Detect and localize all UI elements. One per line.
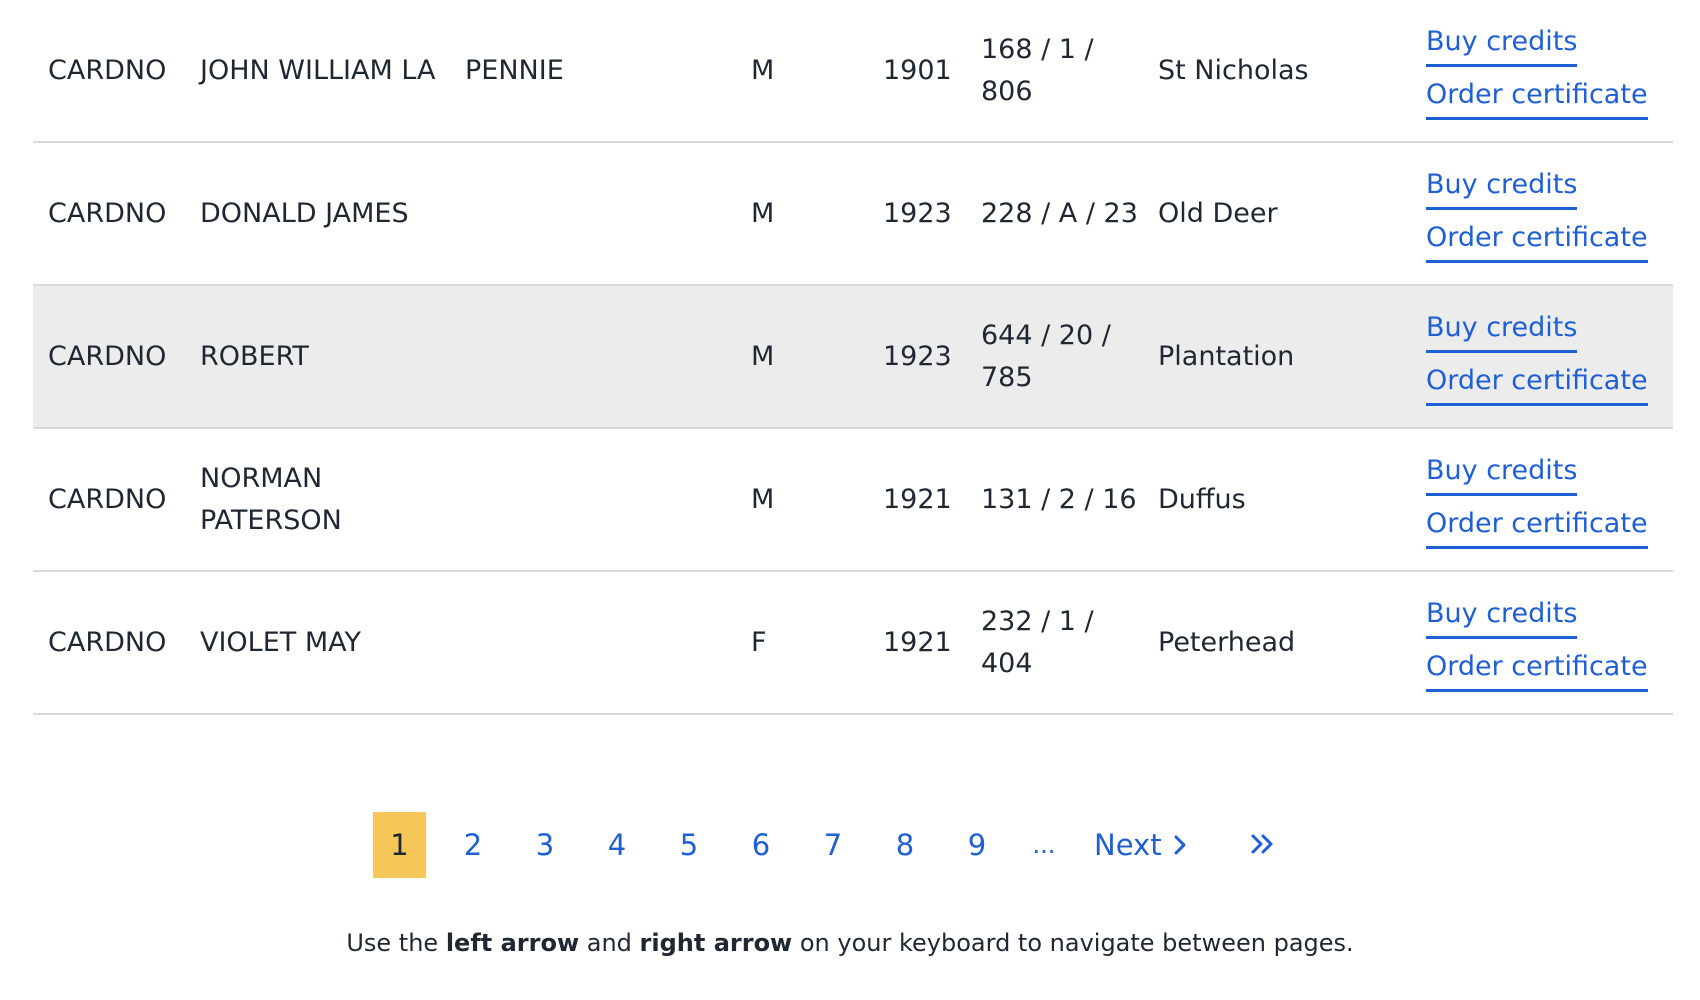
hint-left-arrow: left arrow (445, 929, 580, 957)
buy-credits-link[interactable]: Buy credits (1426, 165, 1578, 210)
order-certificate-link[interactable]: Order certificate (1426, 647, 1648, 692)
sex-cell: M (751, 54, 775, 86)
year-cell: 1921 (883, 626, 952, 658)
table-row: CARDNO JOHN WILLIAM LA PENNIE M 1901 168… (33, 0, 1673, 143)
table-row: CARDNO DONALD JAMES M 1923 228 / A / 23 … (33, 143, 1673, 286)
order-certificate-link[interactable]: Order certificate (1426, 75, 1648, 120)
table-row: CARDNO VIOLET MAY F 1921 232 / 1 / 404 P… (33, 572, 1673, 715)
order-certificate-link[interactable]: Order certificate (1426, 361, 1648, 406)
other-name-cell (465, 572, 715, 713)
buy-credits-link[interactable]: Buy credits (1426, 308, 1578, 353)
row-actions: Buy credits Order certificate (1426, 572, 1676, 713)
table-row: CARDNO ROBERT M 1923 644 / 20 / 785 Plan… (33, 286, 1673, 429)
other-name-cell (465, 429, 715, 570)
district-cell: Duffus (1158, 483, 1246, 515)
page-8-link[interactable]: 8 (880, 812, 930, 878)
reference-cell: 131 / 2 / 16 (981, 483, 1137, 515)
sex-cell: M (751, 197, 775, 229)
sex-cell: M (751, 340, 775, 372)
year-cell: 1923 (883, 340, 952, 372)
year-cell: 1921 (883, 483, 952, 515)
page-9-link[interactable]: 9 (952, 812, 1002, 878)
keyboard-navigation-hint: Use the left arrow and right arrow on yo… (0, 929, 1700, 957)
hint-middle: and (579, 929, 640, 957)
hint-suffix: on your keyboard to navigate between pag… (792, 929, 1354, 957)
chevron-right-icon (1174, 835, 1186, 855)
row-actions: Buy credits Order certificate (1426, 143, 1676, 284)
page-7-link[interactable]: 7 (808, 812, 858, 878)
year-cell: 1923 (883, 197, 952, 229)
page-2-link[interactable]: 2 (448, 812, 498, 878)
next-label: Next (1094, 828, 1162, 862)
hint-right-arrow: right arrow (639, 929, 793, 957)
other-name-cell: PENNIE (465, 54, 564, 86)
double-chevron-right-icon (1251, 834, 1273, 854)
buy-credits-link[interactable]: Buy credits (1426, 594, 1578, 639)
reference-cell: 168 / 1 / 806 (981, 33, 1094, 107)
district-cell: Peterhead (1158, 626, 1296, 658)
hint-prefix: Use the (346, 929, 446, 957)
page-6-link[interactable]: 6 (736, 812, 786, 878)
forename-cell: JOHN WILLIAM LA (200, 54, 436, 86)
buy-credits-link[interactable]: Buy credits (1426, 22, 1578, 67)
district-cell: Plantation (1158, 340, 1295, 372)
surname-cell: CARDNO (48, 54, 167, 86)
table-row: CARDNO NORMAN PATERSON M 1921 131 / 2 / … (33, 429, 1673, 572)
results-table: CARDNO JOHN WILLIAM LA PENNIE M 1901 168… (33, 0, 1673, 715)
page-1-current[interactable]: 1 (373, 812, 426, 878)
row-actions: Buy credits Order certificate (1426, 0, 1676, 141)
page-5-link[interactable]: 5 (664, 812, 714, 878)
forename-cell: DONALD JAMES (200, 197, 409, 229)
surname-cell: CARDNO (48, 483, 167, 515)
reference-cell: 228 / A / 23 (981, 197, 1138, 229)
next-page-button[interactable]: Next (1094, 828, 1188, 862)
district-cell: Old Deer (1158, 197, 1278, 229)
row-actions: Buy credits Order certificate (1426, 429, 1676, 570)
row-actions: Buy credits Order certificate (1426, 286, 1676, 427)
order-certificate-link[interactable]: Order certificate (1426, 504, 1648, 549)
other-name-cell (465, 143, 715, 284)
last-page-button[interactable] (1248, 831, 1278, 859)
forename-cell: VIOLET MAY (200, 626, 362, 658)
page-4-link[interactable]: 4 (592, 812, 642, 878)
buy-credits-link[interactable]: Buy credits (1426, 451, 1578, 496)
surname-cell: CARDNO (48, 626, 167, 658)
forename-cell: NORMAN PATERSON (200, 462, 342, 536)
forename-cell: ROBERT (200, 340, 309, 372)
sex-cell: F (751, 626, 767, 658)
pagination: 1 2 3 4 5 6 7 8 9 ... Next (373, 812, 1278, 878)
pagination-ellipsis: ... (1032, 831, 1056, 859)
other-name-cell (465, 286, 715, 427)
page-3-link[interactable]: 3 (520, 812, 570, 878)
surname-cell: CARDNO (48, 197, 167, 229)
surname-cell: CARDNO (48, 340, 167, 372)
sex-cell: M (751, 483, 775, 515)
year-cell: 1901 (883, 54, 952, 86)
order-certificate-link[interactable]: Order certificate (1426, 218, 1648, 263)
reference-cell: 232 / 1 / 404 (981, 605, 1094, 679)
reference-cell: 644 / 20 / 785 (981, 319, 1111, 393)
district-cell: St Nicholas (1158, 54, 1309, 86)
